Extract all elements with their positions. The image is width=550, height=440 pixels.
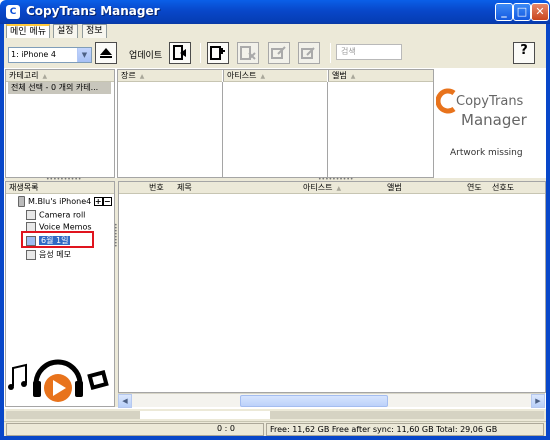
edit-icon [271, 46, 286, 59]
horizontal-scrollbar[interactable]: ◀ ▶ [118, 393, 545, 408]
status-bar: 0 : 0 Free: 11,62 GB Free after sync: 11… [4, 421, 546, 436]
artist-header[interactable]: 아티스트 ▲ [223, 70, 327, 82]
genre-header[interactable]: 장르 ▲ [118, 70, 222, 82]
help-button[interactable]: ? [513, 42, 535, 64]
edit-tags-icon [301, 47, 315, 59]
chevron-down-icon[interactable]: ▼ [77, 48, 91, 62]
add-button[interactable] [207, 42, 229, 64]
tab-settings[interactable]: 설정 [53, 24, 78, 38]
sort-up-icon: ▲ [260, 73, 266, 80]
update-button[interactable] [169, 42, 191, 64]
toolbar-separator [330, 43, 331, 63]
logo-text-copytrans: CopyTrans [456, 94, 524, 109]
iphone-icon [18, 196, 25, 207]
progress-lane [140, 411, 270, 419]
tab-main-menu[interactable]: 메인 메뉴 [6, 24, 50, 38]
sort-up-icon: ▲ [350, 73, 356, 80]
window-frame-left [0, 24, 4, 440]
playlist-item-camera-roll[interactable]: Camera roll [26, 210, 85, 220]
track-list [118, 181, 546, 393]
device-select-value: 1: iPhone 4 [11, 50, 56, 59]
column-rating[interactable]: 선호도 [492, 182, 514, 193]
camera-roll-icon [26, 210, 36, 220]
genre-artist-album-panel [117, 69, 434, 178]
toolbar-separator [200, 43, 201, 63]
minimize-button[interactable]: _ [495, 3, 513, 21]
window-frame-right [546, 24, 550, 440]
column-divider [222, 82, 223, 177]
column-title[interactable]: 제목 [177, 182, 192, 193]
music-video-icon [8, 359, 109, 402]
expand-plus-icon[interactable]: + [93, 197, 103, 206]
column-artist[interactable]: 아티스트 ▲ [303, 182, 341, 194]
status-storage: Free: 11,62 GB Free after sync: 11,60 GB… [266, 423, 544, 436]
artwork-missing-label: Artwork missing [450, 148, 523, 158]
sort-up-icon: ▲ [42, 73, 48, 80]
search-input[interactable]: 검색 [336, 44, 402, 60]
playlist-header: 재생목록 [6, 182, 114, 194]
title-bar: C CopyTrans Manager _ □ ✕ [0, 0, 550, 24]
device-select[interactable]: 1: iPhone 4 ▼ [8, 47, 92, 63]
edit-tags-button[interactable] [298, 42, 320, 64]
media-icons [8, 356, 111, 404]
edit-button[interactable] [268, 42, 290, 64]
playlist-item-label: Camera roll [39, 210, 86, 220]
track-list-header: 번호 제목 아티스트 ▲ 앨범 연도 선호도 [119, 182, 545, 194]
red-highlight-box [21, 231, 94, 248]
app-icon: C [6, 5, 20, 19]
column-album[interactable]: 앨범 [387, 182, 402, 193]
album-header-label: 앨범 [332, 71, 347, 80]
logo-text-manager: Manager [461, 111, 527, 129]
toolbar: 1: iPhone 4 ▼ 업데이트 검색 ? [4, 38, 546, 68]
device-node[interactable]: M.Blu's iPhone4 + − [18, 196, 112, 207]
scroll-right-icon[interactable]: ▶ [531, 394, 545, 408]
close-button[interactable]: ✕ [531, 3, 549, 21]
sort-up-icon: ▲ [336, 185, 342, 192]
category-selected-row[interactable]: 전체 선택 - 0 개의 카테... [8, 82, 111, 94]
genre-header-label: 장르 [121, 71, 136, 80]
device-update-icon [173, 45, 186, 60]
column-number[interactable]: 번호 [149, 182, 164, 193]
progress-track [6, 411, 544, 419]
scrollbar-thumb[interactable] [240, 395, 388, 407]
album-header[interactable]: 앨범 ▲ [328, 70, 433, 82]
tab-info[interactable]: 정보 [82, 24, 107, 38]
category-header[interactable]: 카테고리 ▲ [6, 70, 114, 82]
window-frame-bottom [0, 436, 550, 440]
add-file-icon [210, 46, 225, 60]
status-counter: 0 : 0 [217, 424, 235, 433]
column-artist-label: 아티스트 [303, 183, 333, 192]
maximize-button[interactable]: □ [513, 3, 531, 21]
delete-file-icon [240, 46, 256, 60]
playlist-icon [26, 249, 36, 260]
sort-up-icon: ▲ [139, 73, 145, 80]
delete-button[interactable] [237, 42, 259, 64]
column-divider [327, 82, 328, 177]
eject-button[interactable] [95, 42, 117, 64]
update-label: 업데이트 [129, 51, 163, 61]
column-year[interactable]: 연도 [467, 182, 482, 193]
playlist-item-label: 음성 메모 [39, 250, 71, 259]
artist-header-label: 아티스트 [227, 71, 257, 80]
progress-bar [4, 409, 546, 421]
playlist-item-voice-memo-kr[interactable]: 음성 메모 [26, 249, 71, 260]
eject-icon [100, 48, 112, 58]
window-title: CopyTrans Manager [26, 4, 160, 18]
artwork-panel: CopyTrans Manager Artwork missing [435, 69, 546, 178]
category-header-label: 카테고리 [9, 71, 39, 80]
tab-bar: 메인 메뉴 설정 정보 [4, 24, 546, 38]
scroll-left-icon[interactable]: ◀ [118, 394, 132, 408]
collapse-minus-icon[interactable]: − [102, 197, 112, 206]
device-node-label: M.Blu's iPhone4 [28, 197, 92, 206]
